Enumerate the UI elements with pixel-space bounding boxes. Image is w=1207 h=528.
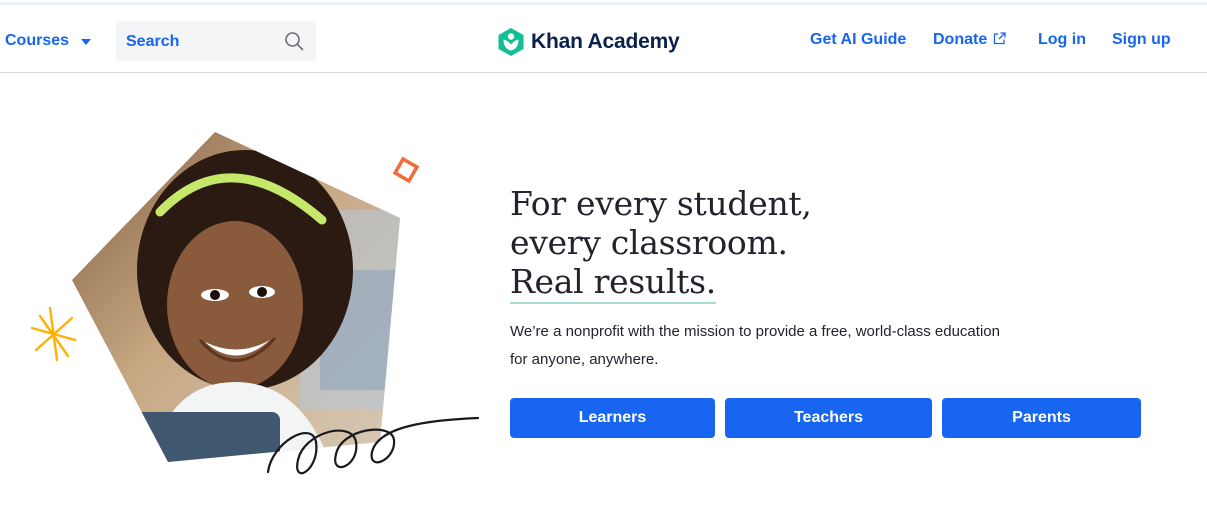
hero-illustration — [30, 132, 480, 475]
signup-link[interactable]: Sign up — [1112, 31, 1171, 49]
parents-button[interactable]: Parents — [942, 398, 1141, 438]
search-box — [116, 21, 316, 63]
hero-headline: For every student, every classroom. Real… — [510, 184, 812, 304]
search-input[interactable] — [116, 21, 288, 63]
khan-logo-icon — [498, 28, 524, 56]
external-link-icon — [994, 32, 1006, 45]
chevron-down-icon — [81, 39, 92, 45]
student-photo — [72, 132, 400, 462]
description-line-1: We’re a nonprofit with the mission to pr… — [510, 323, 1000, 340]
learners-button[interactable]: Learners — [510, 398, 715, 438]
courses-label: Courses — [5, 32, 70, 49]
courses-menu-button[interactable]: Courses — [5, 30, 92, 52]
donate-link[interactable]: Donate — [933, 31, 1006, 49]
hero-description: We’re a nonprofit with the mission to pr… — [510, 318, 1050, 374]
orange-diamond-decoration — [392, 156, 420, 184]
top-navbar: Courses Khan Academy Get AI Guide Donate… — [0, 11, 1207, 73]
search-icon[interactable] — [284, 31, 304, 51]
yellow-star-decoration — [30, 306, 77, 362]
teachers-button[interactable]: Teachers — [725, 398, 932, 438]
khan-academy-logo[interactable]: Khan Academy — [497, 27, 680, 57]
headline-line-1: For every student, — [510, 184, 812, 223]
donate-label: Donate — [933, 31, 988, 48]
logo-text: Khan Academy — [531, 30, 680, 53]
login-link[interactable]: Log in — [1038, 31, 1086, 49]
description-line-2: for anyone, anywhere. — [510, 351, 659, 368]
headline-line-2: every classroom. — [510, 223, 788, 262]
headline-line-3: Real results. — [510, 262, 716, 304]
get-ai-guide-link[interactable]: Get AI Guide — [810, 31, 906, 49]
